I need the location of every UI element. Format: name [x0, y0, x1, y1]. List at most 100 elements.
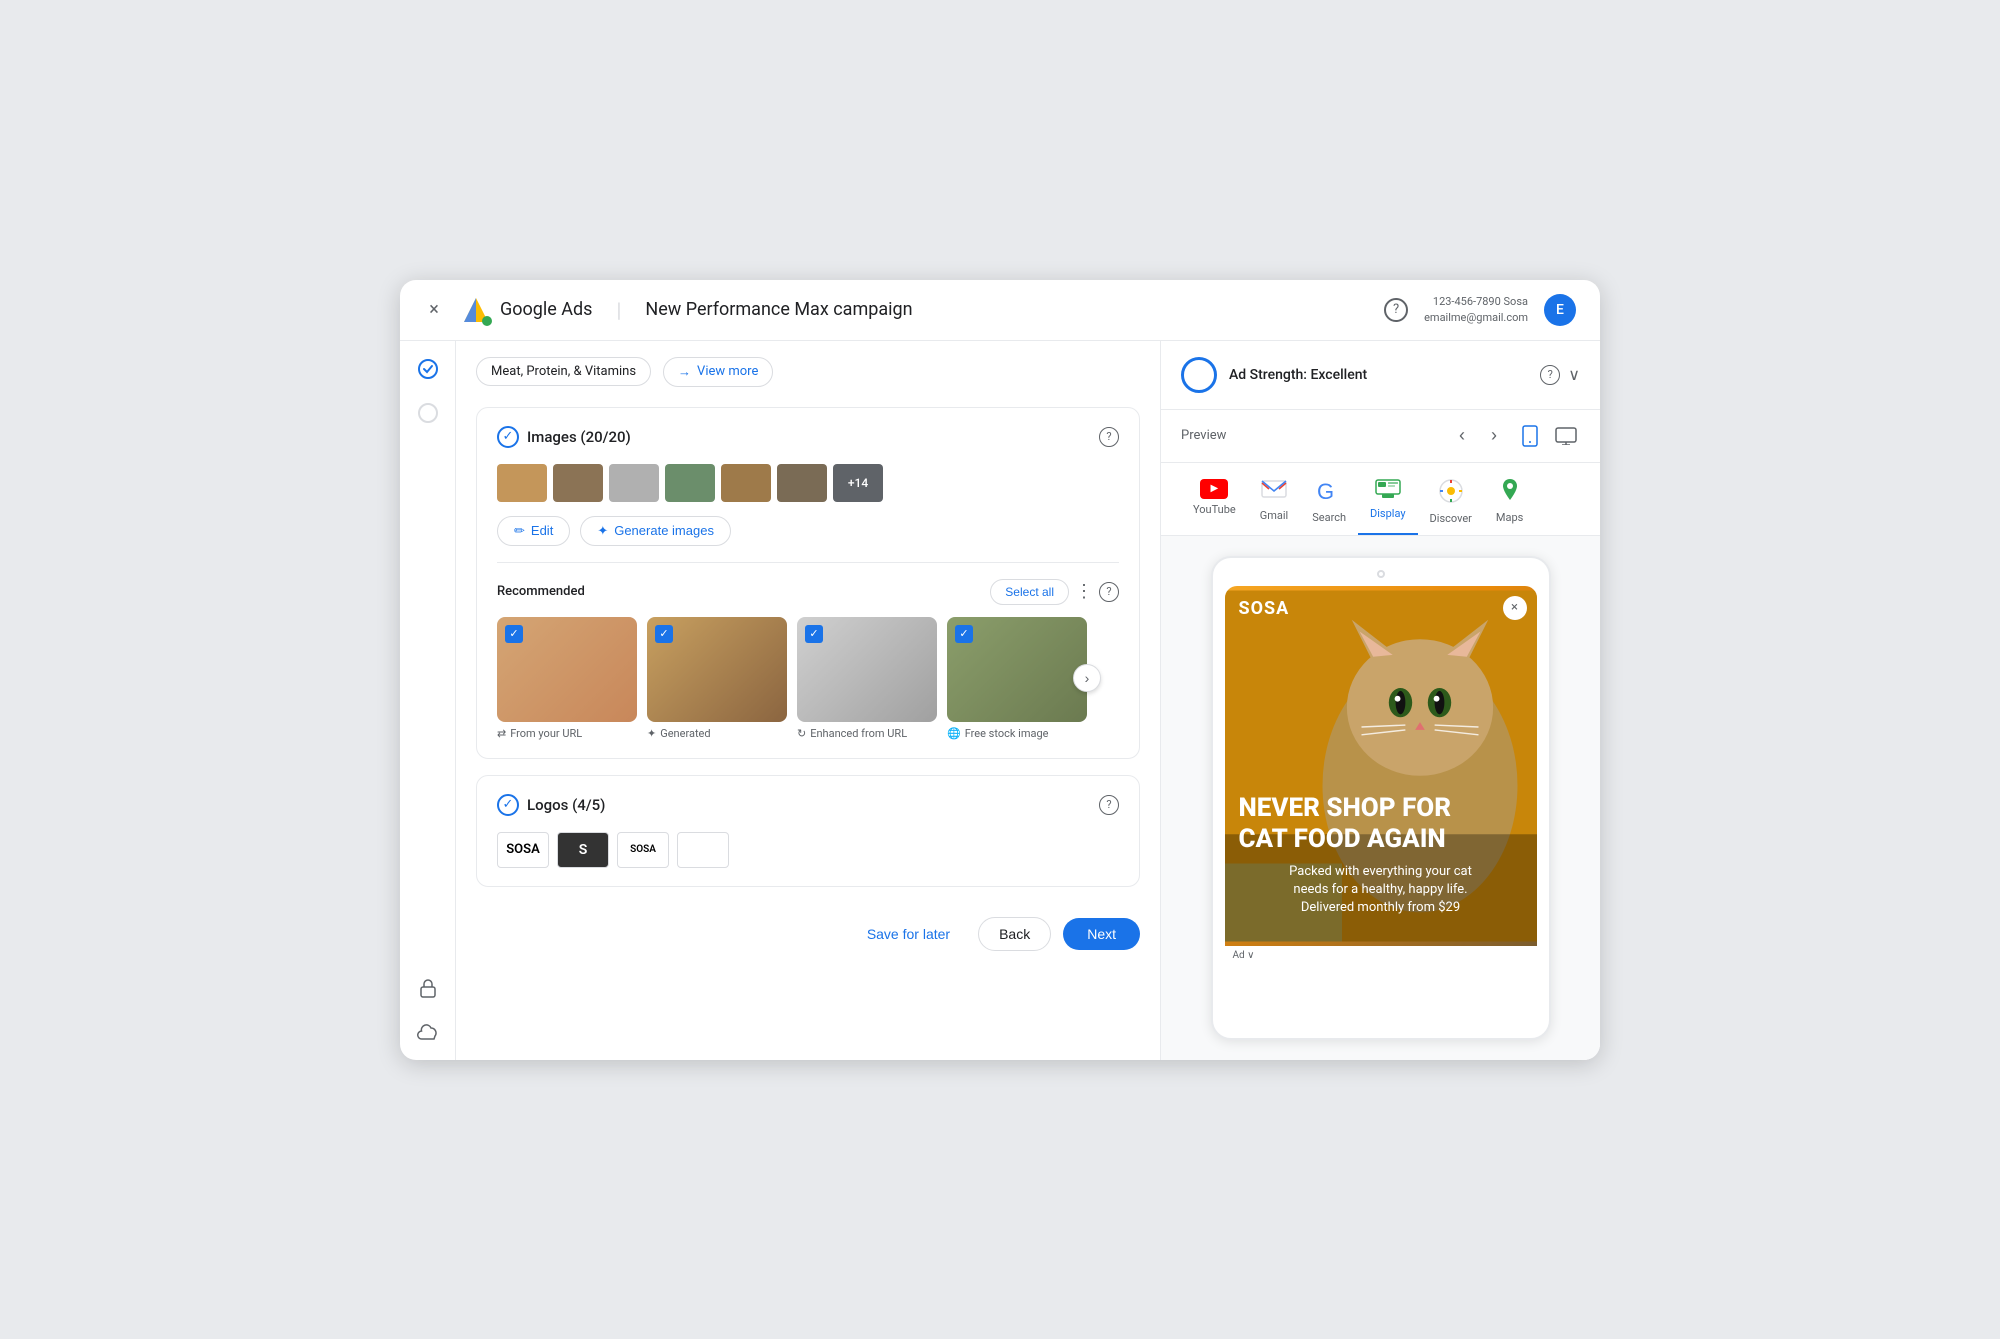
main-window: × Google Ads | New Performance Max campa…	[400, 280, 1600, 1060]
svg-text:G: G	[1317, 479, 1334, 503]
sparkle-icon: ✦	[597, 523, 608, 539]
strength-collapse-button[interactable]: ∨	[1568, 365, 1580, 385]
logo-sosa-small: SOSA	[617, 832, 669, 868]
preview-label: Preview	[1181, 428, 1440, 443]
ad-headline-line2: CAT FOOD AGAIN	[1239, 824, 1523, 855]
edit-button[interactable]: ✏ Edit	[497, 516, 570, 546]
tab-gmail-label: Gmail	[1260, 509, 1288, 522]
strength-help-icon[interactable]: ?	[1540, 365, 1560, 385]
mobile-device-button[interactable]	[1516, 422, 1544, 450]
ad-headline: NEVER SHOP FOR CAT FOOD AGAIN	[1239, 793, 1523, 855]
logo-empty	[677, 832, 729, 868]
view-more-button[interactable]: → View more	[663, 357, 773, 387]
sidebar-cloud-icon[interactable]	[416, 1020, 440, 1044]
right-panel: Ad Strength: Excellent ? ∨ Preview ‹ ›	[1160, 341, 1600, 1060]
rec-checkbox-4[interactable]: ✓	[955, 625, 973, 643]
rec-image-2[interactable]: ✓ ✦Generated	[647, 617, 787, 740]
header: × Google Ads | New Performance Max campa…	[400, 280, 1600, 341]
back-button[interactable]: Back	[978, 917, 1051, 951]
meat-tag[interactable]: Meat, Protein, & Vitamins	[476, 357, 651, 386]
google-ads-logo: Google Ads	[460, 294, 592, 326]
form-footer: Save for later Back Next	[476, 903, 1140, 965]
ad-strength-label: Ad Strength: Excellent	[1229, 367, 1528, 383]
tab-display[interactable]: Display	[1358, 471, 1418, 535]
strength-circle-icon	[1181, 357, 1217, 393]
logos-title: ✓ Logos (4/5)	[497, 794, 605, 816]
logos-help-icon[interactable]: ?	[1099, 795, 1119, 815]
pencil-icon: ✏	[514, 523, 525, 539]
rec-image-2-label: ✦Generated	[647, 727, 787, 740]
preview-prev-button[interactable]: ‹	[1448, 422, 1476, 450]
header-right: ? 123-456-7890 Sosa emailme@gmail.com E	[1384, 294, 1576, 326]
thumbnail-5	[721, 464, 771, 502]
more-options-button[interactable]: ⋮	[1075, 581, 1093, 602]
campaign-title: New Performance Max campaign	[645, 299, 912, 320]
generate-label: Generate images	[614, 523, 714, 538]
channel-tabs: YouTube Gmail G Search	[1161, 463, 1600, 536]
thumbnail-3	[609, 464, 659, 502]
rec-checkbox-1[interactable]: ✓	[505, 625, 523, 643]
header-divider: |	[616, 298, 621, 322]
rec-image-3-label: ↻Enhanced from URL	[797, 727, 937, 740]
gmail-icon	[1261, 479, 1287, 505]
preview-next-button[interactable]: ›	[1480, 422, 1508, 450]
logos-section-header: ✓ Logos (4/5) ?	[497, 794, 1119, 816]
ads-logo-icon	[460, 294, 492, 326]
ad-close-button[interactable]: ×	[1503, 596, 1527, 620]
sidebar-lock-icon[interactable]	[416, 976, 440, 1000]
ad-image-background: SOSA × NEVER SHOP FOR CAT FOOD AGAIN Pac…	[1225, 586, 1537, 946]
ad-label: Ad ∨	[1225, 946, 1537, 965]
save-for-later-button[interactable]: Save for later	[851, 918, 966, 950]
tab-youtube-label: YouTube	[1193, 503, 1236, 516]
next-button[interactable]: Next	[1063, 918, 1140, 950]
sidebar-circle-icon[interactable]	[416, 401, 440, 425]
logos-check-icon: ✓	[497, 794, 519, 816]
tab-discover[interactable]: Discover	[1418, 471, 1484, 535]
close-button[interactable]: ×	[424, 300, 444, 320]
rec-image-3[interactable]: ✓ ↻Enhanced from URL	[797, 617, 937, 740]
edit-label: Edit	[531, 523, 553, 538]
help-icon[interactable]: ?	[1384, 298, 1408, 322]
search-google-icon: G	[1317, 479, 1341, 507]
rec-nav-next-button[interactable]: ›	[1073, 664, 1101, 692]
ad-card: SOSA × NEVER SHOP FOR CAT FOOD AGAIN Pac…	[1225, 586, 1537, 965]
phone-mockup: SOSA × NEVER SHOP FOR CAT FOOD AGAIN Pac…	[1211, 556, 1551, 1040]
phone-top	[1225, 570, 1537, 578]
tab-maps[interactable]: Maps	[1484, 471, 1535, 535]
desktop-device-button[interactable]	[1552, 422, 1580, 450]
recommended-help-icon[interactable]: ?	[1099, 582, 1119, 602]
rec-image-1-label: ⇄From your URL	[497, 727, 637, 740]
images-check-icon: ✓	[497, 426, 519, 448]
recommended-header: Recommended Select all ⋮ ?	[497, 579, 1119, 605]
thumbnail-2	[553, 464, 603, 502]
rec-image-1[interactable]: ✓ ⇄From your URL	[497, 617, 637, 740]
tab-maps-label: Maps	[1496, 511, 1523, 524]
rec-image-4-label: 🌐Free stock image	[947, 727, 1087, 740]
tab-gmail[interactable]: Gmail	[1248, 471, 1300, 535]
tab-search[interactable]: G Search	[1300, 471, 1358, 535]
main-content: Meat, Protein, & Vitamins → View more ✓ …	[400, 341, 1600, 1060]
rec-image-4[interactable]: ✓ › 🌐Free stock image	[947, 617, 1087, 740]
sidebar	[400, 341, 456, 1060]
recommended-images-grid: ✓ ⇄From your URL ✓ ✦Generated	[497, 617, 1119, 740]
tab-youtube[interactable]: YouTube	[1181, 471, 1248, 535]
images-title-text: Images (20/20)	[527, 428, 631, 446]
generate-images-button[interactable]: ✦ Generate images	[580, 516, 731, 546]
ad-preview-area: SOSA × NEVER SHOP FOR CAT FOOD AGAIN Pac…	[1161, 536, 1600, 1060]
sidebar-check-icon[interactable]	[416, 357, 440, 381]
thumbnail-more: +14	[833, 464, 883, 502]
rec-icons: Select all ⋮ ?	[990, 579, 1119, 605]
select-all-button[interactable]: Select all	[990, 579, 1069, 605]
logo-sosa-text: SOSA	[497, 832, 549, 868]
account-info: 123-456-7890 Sosa emailme@gmail.com	[1424, 294, 1528, 325]
tab-display-label: Display	[1370, 507, 1406, 520]
youtube-icon	[1200, 479, 1228, 499]
images-help-icon[interactable]: ?	[1099, 427, 1119, 447]
avatar: E	[1544, 294, 1576, 326]
images-action-buttons: ✏ Edit ✦ Generate images	[497, 516, 1119, 546]
tag-row: Meat, Protein, & Vitamins → View more	[476, 357, 1140, 387]
rec-checkbox-2[interactable]: ✓	[655, 625, 673, 643]
rec-checkbox-3[interactable]: ✓	[805, 625, 823, 643]
recommended-label: Recommended	[497, 584, 585, 599]
thumbnail-1	[497, 464, 547, 502]
